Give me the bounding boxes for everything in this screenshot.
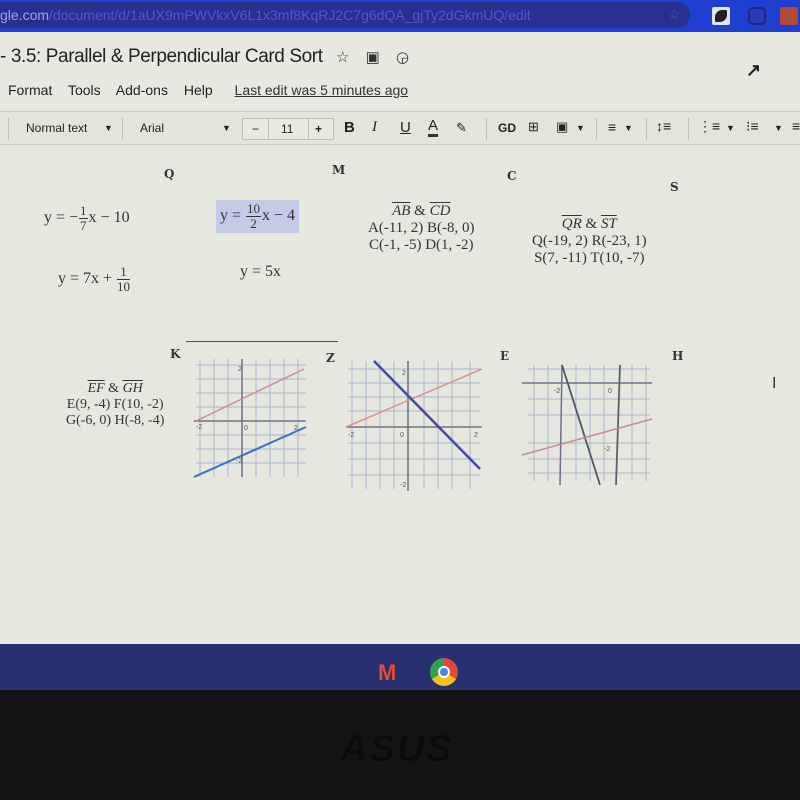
os-shelf bbox=[0, 644, 800, 690]
tick-label: -2 bbox=[348, 432, 354, 439]
menu-bar: Format Tools Add-ons Help Last edit was … bbox=[8, 82, 420, 98]
tick-label: 0 bbox=[608, 388, 612, 395]
extension-icon-2[interactable] bbox=[748, 7, 766, 25]
increase-font-size-button[interactable]: + bbox=[315, 122, 322, 136]
card-label-s: S bbox=[670, 180, 679, 194]
menu-help[interactable]: Help bbox=[184, 82, 213, 98]
card-label-k: K bbox=[170, 347, 181, 361]
star-icon[interactable]: ☆ bbox=[336, 48, 349, 66]
url-host: gle.com bbox=[0, 7, 50, 23]
tick-label: 0 bbox=[400, 432, 404, 439]
url-field[interactable]: gle.com/document/d/1aUX9mPWVkxV6L1x3mf8K… bbox=[0, 2, 690, 28]
menu-tools[interactable]: Tools bbox=[68, 82, 101, 98]
equation-m2: y = 5x bbox=[240, 263, 282, 280]
tick-label: 2 bbox=[402, 370, 406, 377]
card-label-m: M bbox=[332, 163, 346, 177]
font-family-select[interactable]: Arial bbox=[140, 121, 164, 135]
menu-format[interactable]: Format bbox=[8, 82, 52, 98]
underline-button[interactable]: U bbox=[400, 119, 411, 136]
insert-comment-icon[interactable]: ⊞ bbox=[528, 119, 539, 135]
activity-dashboard-icon[interactable]: ↗ bbox=[746, 60, 761, 81]
browser-address-bar: gle.com/document/d/1aUX9mPWVkxV6L1x3mf8K… bbox=[0, 0, 800, 32]
url-path: /document/d/1aUX9mPWVkxV6L1x3mf8KqRJ2C7g… bbox=[49, 7, 531, 23]
numbered-list-icon[interactable]: ⋮≡ bbox=[698, 118, 720, 135]
bold-button[interactable]: B bbox=[344, 119, 355, 136]
toolbar-divider bbox=[8, 118, 9, 140]
tick-label: -2 bbox=[604, 446, 610, 453]
font-size-input[interactable]: 11 bbox=[281, 122, 293, 136]
graph-z: 2 -2 0 2 -2 bbox=[193, 359, 307, 478]
bulleted-list-icon[interactable]: ⁝≡ bbox=[746, 118, 759, 135]
equation-m1-highlighted: y = 10 2 x − 4 bbox=[216, 200, 300, 233]
gmail-app-icon[interactable]: M bbox=[378, 660, 396, 686]
card-label-z: Z bbox=[326, 351, 335, 365]
chevron-down-icon[interactable]: ▼ bbox=[624, 123, 633, 133]
document-title[interactable]: - 3.5: Parallel & Perpendicular Card Sor… bbox=[0, 46, 323, 68]
align-left-icon[interactable]: ≡ bbox=[608, 119, 616, 135]
toolbar-divider bbox=[596, 118, 597, 140]
toolbar-divider bbox=[688, 118, 689, 140]
grid bbox=[348, 361, 480, 489]
tick-label: -2 bbox=[236, 458, 242, 465]
decrease-font-size-button[interactable]: − bbox=[252, 122, 259, 136]
toolbar-divider bbox=[646, 118, 647, 140]
chevron-down-icon[interactable]: ▼ bbox=[104, 123, 113, 133]
profile-icon[interactable] bbox=[780, 7, 798, 25]
docs-window: - 3.5: Parallel & Perpendicular Card Sor… bbox=[0, 32, 800, 644]
tick-label: -2 bbox=[554, 388, 560, 395]
graph-h: -2 0 -2 bbox=[521, 364, 653, 486]
menu-add-ons[interactable]: Add-ons bbox=[116, 82, 168, 98]
chevron-down-icon[interactable]: ▼ bbox=[726, 123, 735, 133]
chevron-down-icon[interactable]: ▼ bbox=[222, 123, 231, 133]
cloud-status-icon[interactable]: ◶ bbox=[396, 48, 409, 66]
card-label-h: H bbox=[672, 349, 684, 363]
tick-label: 2 bbox=[474, 432, 478, 439]
text-cursor-icon: I bbox=[772, 375, 777, 392]
toolbar-divider bbox=[122, 118, 123, 140]
points-card-c: AB & CD A(-11, 2) B(-8, 0) C(-1, -5) D(1… bbox=[368, 203, 475, 253]
insert-link-icon[interactable]: GD bbox=[498, 121, 516, 135]
font-size-stepper: − 11 + bbox=[242, 118, 334, 140]
checklist-icon[interactable]: ≡ bbox=[792, 118, 800, 134]
bookmark-star-icon[interactable]: ☆ bbox=[668, 6, 681, 23]
graph-e: 2 -2 0 2 -2 bbox=[345, 360, 483, 491]
extension-icon[interactable] bbox=[712, 7, 730, 25]
chrome-app-icon[interactable] bbox=[430, 658, 458, 686]
brand-logo: ASUS bbox=[340, 728, 454, 770]
line-pink bbox=[195, 368, 305, 422]
tick-label: -2 bbox=[196, 424, 202, 431]
equation-q2: y = 7x + 1 10 bbox=[58, 264, 131, 294]
document-page[interactable]: Q M C S y = −1 7 x − 10 y = 10 2 x − 4 y = 7… bbox=[0, 145, 800, 644]
italic-button[interactable]: I bbox=[372, 119, 377, 136]
tick-label: 2 bbox=[294, 425, 298, 432]
paragraph-style-select[interactable]: Normal text bbox=[26, 121, 87, 135]
chevron-down-icon[interactable]: ▼ bbox=[576, 123, 585, 133]
tick-label: 2 bbox=[238, 366, 242, 373]
formatting-toolbar: Normal text ▼ Arial ▼ − 11 + B I U A ✎ G… bbox=[0, 111, 800, 145]
line-spacing-icon[interactable]: ↕≡ bbox=[656, 118, 671, 134]
divider-line bbox=[186, 341, 338, 342]
tick-label: -2 bbox=[400, 482, 406, 489]
card-label-c: C bbox=[507, 169, 517, 183]
toolbar-divider bbox=[486, 118, 487, 140]
text-color-button[interactable]: A bbox=[428, 117, 439, 137]
points-card-s: QR & ST Q(-19, 2) R(-23, 1) S(7, -11) T(… bbox=[532, 216, 647, 266]
last-edit-link[interactable]: Last edit was 5 minutes ago bbox=[235, 82, 409, 98]
points-card-k: EF & GH E(9, -4) F(10, -2) G(-6, 0) H(-8… bbox=[66, 381, 165, 428]
card-label-e: E bbox=[500, 349, 510, 363]
move-to-folder-icon[interactable]: ▣ bbox=[366, 48, 380, 66]
equation-q1: y = −1 7 x − 10 bbox=[44, 203, 130, 233]
chevron-down-icon[interactable]: ▼ bbox=[774, 123, 783, 133]
card-label-q: Q bbox=[164, 167, 175, 181]
insert-image-icon[interactable]: ▣ bbox=[556, 119, 568, 135]
highlight-pen-icon[interactable]: ✎ bbox=[456, 120, 467, 136]
tick-label: 0 bbox=[244, 425, 248, 432]
